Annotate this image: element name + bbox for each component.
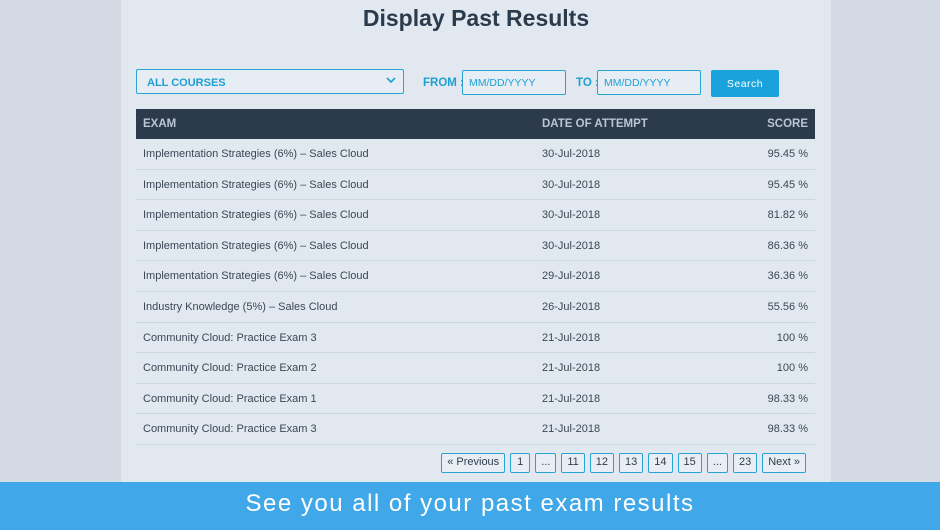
table-row: Community Cloud: Practice Exam 2 21-Jul-2… bbox=[136, 353, 815, 384]
exam-cell: Community Cloud: Practice Exam 2 bbox=[143, 362, 317, 375]
date-cell: 21-Jul-2018 bbox=[542, 331, 601, 344]
table-row: Implementation Strategies (6%) – Sales C… bbox=[136, 261, 815, 292]
results-panel: Display Past Results ALL COURSES FROM : … bbox=[121, 0, 831, 482]
table-row: Implementation Strategies (6%) – Sales C… bbox=[136, 139, 815, 170]
caption-banner: See you all of your past exam results bbox=[0, 482, 940, 530]
from-date-input[interactable] bbox=[462, 70, 566, 95]
chevron-down-icon bbox=[386, 77, 396, 84]
date-cell: 30-Jul-2018 bbox=[542, 239, 601, 252]
previous-page-button[interactable]: « Previous bbox=[441, 453, 506, 473]
table-row: Implementation Strategies (6%) – Sales C… bbox=[136, 170, 815, 201]
page-button[interactable]: 1 bbox=[510, 453, 531, 473]
date-cell: 21-Jul-2018 bbox=[542, 423, 601, 436]
course-select-value: ALL COURSES bbox=[147, 77, 226, 89]
score-cell: 98.33 % bbox=[767, 392, 808, 405]
score-cell: 81.82 % bbox=[767, 209, 808, 222]
course-select[interactable]: ALL COURSES bbox=[136, 69, 404, 94]
page-button[interactable]: 14 bbox=[648, 453, 673, 473]
search-button[interactable]: Search bbox=[711, 70, 779, 97]
table-row: Community Cloud: Practice Exam 3 21-Jul-2… bbox=[136, 414, 815, 445]
column-header-date: DATE OF ATTEMPT bbox=[542, 118, 648, 130]
score-cell: 100 % bbox=[776, 331, 808, 344]
to-date-input[interactable] bbox=[597, 70, 701, 95]
exam-cell: Implementation Strategies (6%) – Sales C… bbox=[143, 270, 369, 283]
table-row: Implementation Strategies (6%) – Sales C… bbox=[136, 200, 815, 231]
exam-cell: Community Cloud: Practice Exam 1 bbox=[143, 392, 317, 405]
exam-cell: Implementation Strategies (6%) – Sales C… bbox=[143, 178, 369, 191]
date-cell: 29-Jul-2018 bbox=[542, 270, 601, 283]
to-label: TO : bbox=[576, 77, 599, 89]
page-title: Display Past Results bbox=[362, 5, 590, 31]
score-cell: 98.33 % bbox=[767, 423, 808, 436]
date-cell: 26-Jul-2018 bbox=[542, 300, 601, 313]
table-row: Implementation Strategies (6%) – Sales C… bbox=[136, 231, 815, 262]
table-header: EXAM DATE OF ATTEMPT SCORE bbox=[136, 109, 815, 139]
from-label: FROM : bbox=[423, 77, 464, 89]
exam-cell: Community Cloud: Practice Exam 3 bbox=[143, 423, 317, 436]
exam-cell: Industry Knowledge (5%) – Sales Cloud bbox=[143, 300, 338, 313]
score-cell: 55.56 % bbox=[767, 300, 808, 313]
score-cell: 100 % bbox=[776, 362, 808, 375]
next-page-button[interactable]: Next » bbox=[762, 453, 806, 473]
column-header-exam: EXAM bbox=[143, 118, 177, 130]
exam-cell: Community Cloud: Practice Exam 3 bbox=[143, 331, 317, 344]
date-cell: 30-Jul-2018 bbox=[542, 178, 601, 191]
date-cell: 21-Jul-2018 bbox=[542, 362, 601, 375]
score-cell: 36.36 % bbox=[767, 270, 808, 283]
page-ellipsis: ... bbox=[535, 453, 557, 473]
page-button[interactable]: 23 bbox=[732, 453, 758, 473]
page-button[interactable]: 15 bbox=[677, 453, 702, 473]
results-table: EXAM DATE OF ATTEMPT SCORE Implementatio… bbox=[136, 109, 815, 445]
date-cell: 30-Jul-2018 bbox=[542, 209, 601, 222]
score-cell: 95.45 % bbox=[767, 178, 808, 191]
score-cell: 95.45 % bbox=[767, 148, 808, 160]
exam-cell: Implementation Strategies (6%) – Sales C… bbox=[143, 239, 369, 252]
page-button[interactable]: 13 bbox=[619, 453, 644, 473]
date-cell: 30-Jul-2018 bbox=[542, 148, 601, 160]
exam-cell: Implementation Strategies (6%) – Sales C… bbox=[143, 209, 369, 222]
page-ellipsis: ... bbox=[706, 453, 728, 473]
exam-cell: Implementation Strategies (6%) – Sales C… bbox=[143, 148, 369, 160]
date-cell: 21-Jul-2018 bbox=[542, 392, 601, 405]
page-button[interactable]: 11 bbox=[561, 453, 585, 473]
page-button[interactable]: 12 bbox=[589, 453, 615, 473]
score-cell: 86.36 % bbox=[767, 239, 808, 252]
table-row: Community Cloud: Practice Exam 3 21-Jul-2… bbox=[136, 323, 815, 354]
table-row: Industry Knowledge (5%) – Sales Cloud 26-… bbox=[136, 292, 815, 323]
pagination: « Previous 1... 11 12 13 14 15... 23 Next » bbox=[441, 453, 806, 473]
column-header-score: SCORE bbox=[767, 118, 808, 130]
table-row: Community Cloud: Practice Exam 1 21-Jul-2… bbox=[136, 384, 815, 415]
